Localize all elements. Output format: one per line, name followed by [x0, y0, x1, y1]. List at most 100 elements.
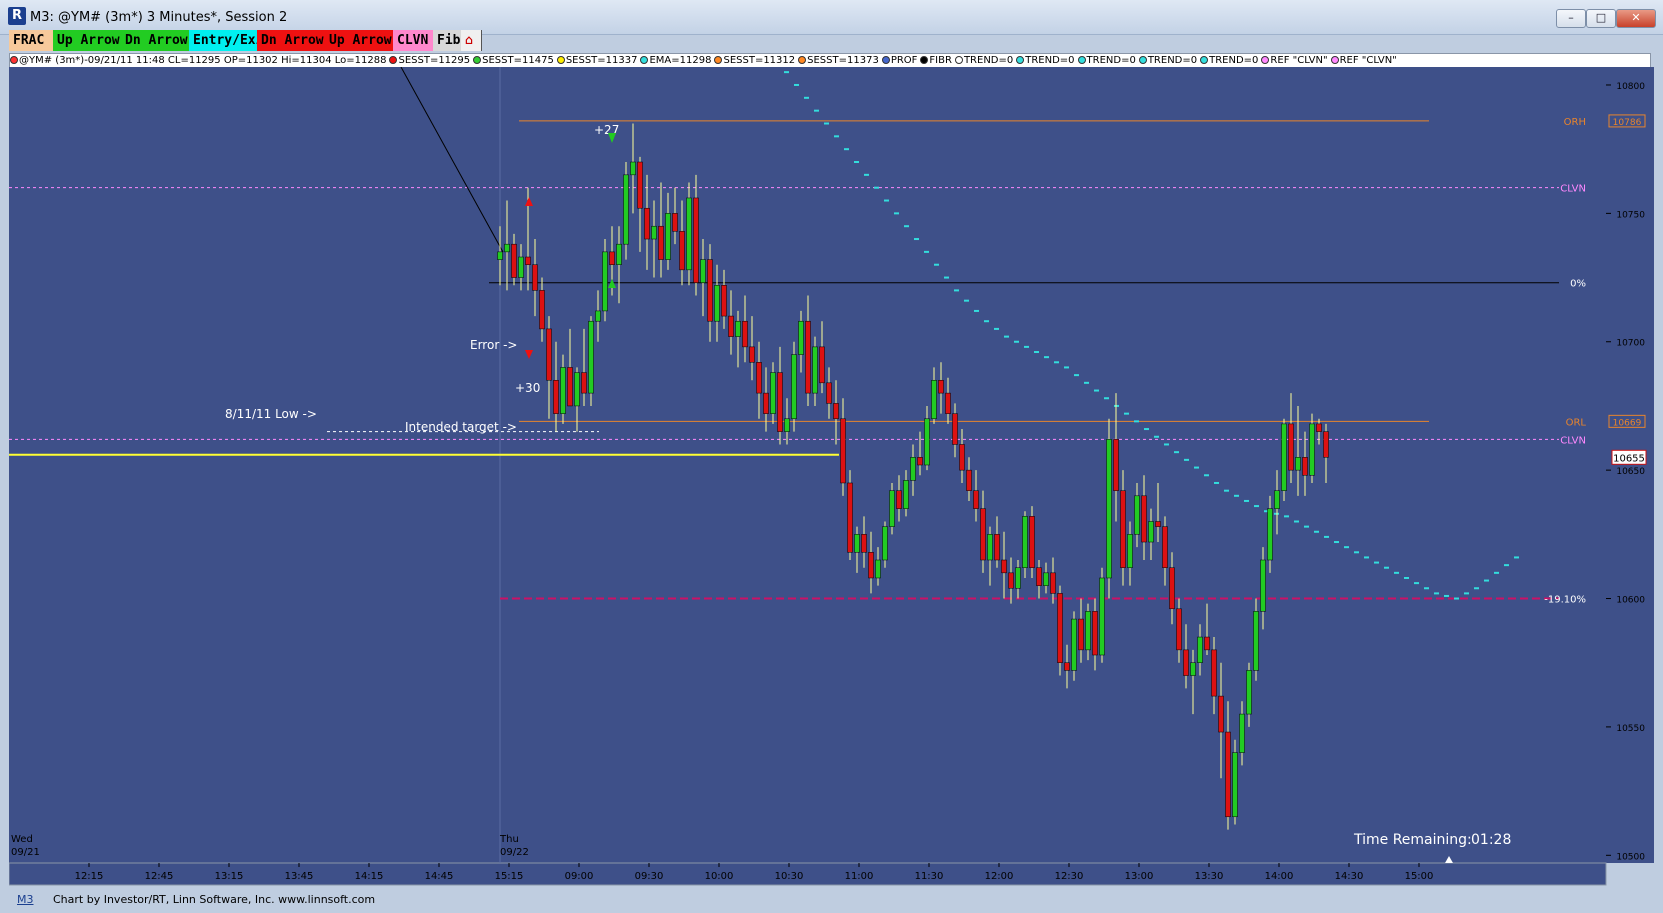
candle-body — [833, 403, 839, 420]
candle-body — [840, 418, 846, 484]
legend-item[interactable]: REF "CLVN" — [1261, 54, 1328, 68]
toolbar-button-5[interactable]: Up Arrow — [325, 30, 399, 51]
toolbar-button-0[interactable]: FRAC — [9, 30, 59, 51]
candle-body — [700, 259, 706, 283]
legend-item[interactable]: EMA=11298 — [640, 54, 711, 68]
legend-item[interactable]: SESST=11312 — [714, 54, 795, 68]
chart-annotation: +30 — [515, 381, 540, 395]
candle-body — [1085, 611, 1091, 651]
level-name-label: -19.10% — [1544, 595, 1586, 606]
house-icon[interactable]: ⌂ — [461, 30, 482, 51]
toolbar-button-4[interactable]: Dn Arrow — [257, 30, 331, 51]
legend-dot-icon — [920, 56, 929, 64]
legend-dot-icon — [640, 56, 649, 64]
candle-body — [805, 320, 811, 394]
legend-text: FIBR — [929, 55, 952, 66]
candle-body — [1141, 495, 1147, 543]
legend-dot-icon — [954, 56, 963, 64]
candle-body — [588, 320, 594, 394]
last-price-label: 10655 — [1613, 453, 1645, 464]
chart-annotation: Error -> — [470, 338, 517, 352]
legend-item[interactable]: TREND=0 — [1200, 54, 1258, 68]
level-badge-label: 10786 — [1613, 118, 1642, 128]
legend-text: EMA=11298 — [649, 55, 712, 66]
legend-text: SESST=11337 — [565, 55, 638, 66]
status-bar: M3 Chart by Investor/RT, Linn Software, … — [9, 891, 1654, 909]
candle-body — [1204, 636, 1210, 651]
candle-body — [938, 380, 944, 394]
investorrt-app-icon[interactable]: R — [8, 7, 26, 25]
price-tick-label: 10700 — [1616, 339, 1645, 349]
candle-body — [1302, 457, 1308, 476]
legend-item[interactable]: TREND=0 — [1077, 54, 1136, 68]
candle-body — [1022, 516, 1028, 568]
level-name-label: CLVN — [1560, 184, 1586, 195]
legend-item[interactable]: REF "CLVN" — [1330, 54, 1397, 68]
time-tick-label: 10:00 — [705, 871, 734, 882]
chart-tab-m3[interactable]: M3 — [17, 893, 34, 906]
plot-area[interactable] — [9, 67, 1606, 863]
legend-item[interactable]: SESST=11337 — [556, 54, 638, 68]
candle-body — [567, 367, 573, 407]
candle-body — [1246, 670, 1252, 715]
minimize-button[interactable]: – — [1556, 9, 1586, 28]
legend-item[interactable]: TREND=0 — [1016, 54, 1075, 68]
candle-body — [1036, 567, 1042, 586]
candle-body — [1225, 731, 1231, 818]
candle-body — [574, 372, 580, 407]
candle-body — [889, 490, 895, 527]
price-chart[interactable]: ORH 10786 CLVN 0% ORL 10669 CLVN -19.10% +27 Err… — [9, 67, 1654, 891]
legend-item[interactable]: SESST=11295 — [389, 54, 470, 68]
candle-body — [1106, 439, 1112, 579]
candle-body — [924, 418, 930, 466]
price-tick-label: 10650 — [1616, 467, 1645, 477]
legend-dot-icon — [1330, 56, 1339, 64]
candle-body — [1239, 713, 1245, 753]
legend-dot-icon — [556, 56, 565, 64]
time-tick-label: 12:30 — [1055, 871, 1084, 882]
time-tick-label: 13:15 — [215, 871, 244, 882]
candle-body — [882, 526, 888, 561]
legend-dot-icon — [389, 56, 398, 64]
time-tick-label: 14:00 — [1265, 871, 1294, 882]
candle-body — [728, 315, 734, 337]
legend-item[interactable]: @YM# (3m*)-09/21/11 11:48 CL=11295 OP=11… — [10, 54, 386, 68]
candle-body — [763, 392, 769, 414]
price-axis[interactable] — [1606, 67, 1654, 863]
candle-body — [861, 534, 867, 553]
toolbar-button-2[interactable]: Dn Arrow — [121, 30, 195, 51]
candle-body — [756, 362, 762, 394]
close-button[interactable]: ✕ — [1616, 9, 1656, 28]
candle-body — [1064, 662, 1070, 671]
candle-body — [973, 490, 979, 509]
time-tick-label: 11:00 — [845, 871, 874, 882]
candle-body — [1281, 423, 1287, 491]
legend-text: TREND=0 — [1147, 55, 1198, 66]
candle-body — [1092, 611, 1098, 656]
time-tick-label: 15:15 — [495, 871, 524, 882]
level-name-label: ORH — [1564, 117, 1586, 128]
candle-body — [1155, 521, 1161, 527]
candle-body — [903, 480, 909, 509]
legend-item[interactable]: SESST=11475 — [473, 54, 554, 68]
time-remaining-label: Time Remaining: — [1353, 832, 1472, 848]
legend-item[interactable]: PROF — [881, 54, 917, 68]
legend-item[interactable]: TREND=0 — [954, 54, 1013, 68]
legend-item[interactable]: TREND=0 — [1138, 54, 1198, 68]
toolbar-button-1[interactable]: Up Arrow — [53, 30, 127, 51]
candle-body — [553, 380, 559, 414]
candle-body — [854, 534, 860, 553]
legend-dot-icon — [1016, 56, 1025, 64]
candle-body — [1197, 636, 1203, 663]
legend-item[interactable]: FIBR — [920, 54, 952, 68]
time-axis[interactable] — [9, 862, 1607, 886]
maximize-button[interactable]: □ — [1586, 9, 1616, 28]
legend-item[interactable]: SESST=11373 — [798, 54, 879, 68]
candle-body — [714, 285, 720, 322]
candle-body — [504, 243, 510, 253]
toolbar-button-3[interactable]: Entry/Exit — [189, 30, 271, 51]
candle-body — [518, 256, 524, 278]
level-name-label: CLVN — [1560, 435, 1586, 446]
candle-body — [1211, 649, 1217, 697]
level-name-label: ORL — [1566, 417, 1587, 428]
